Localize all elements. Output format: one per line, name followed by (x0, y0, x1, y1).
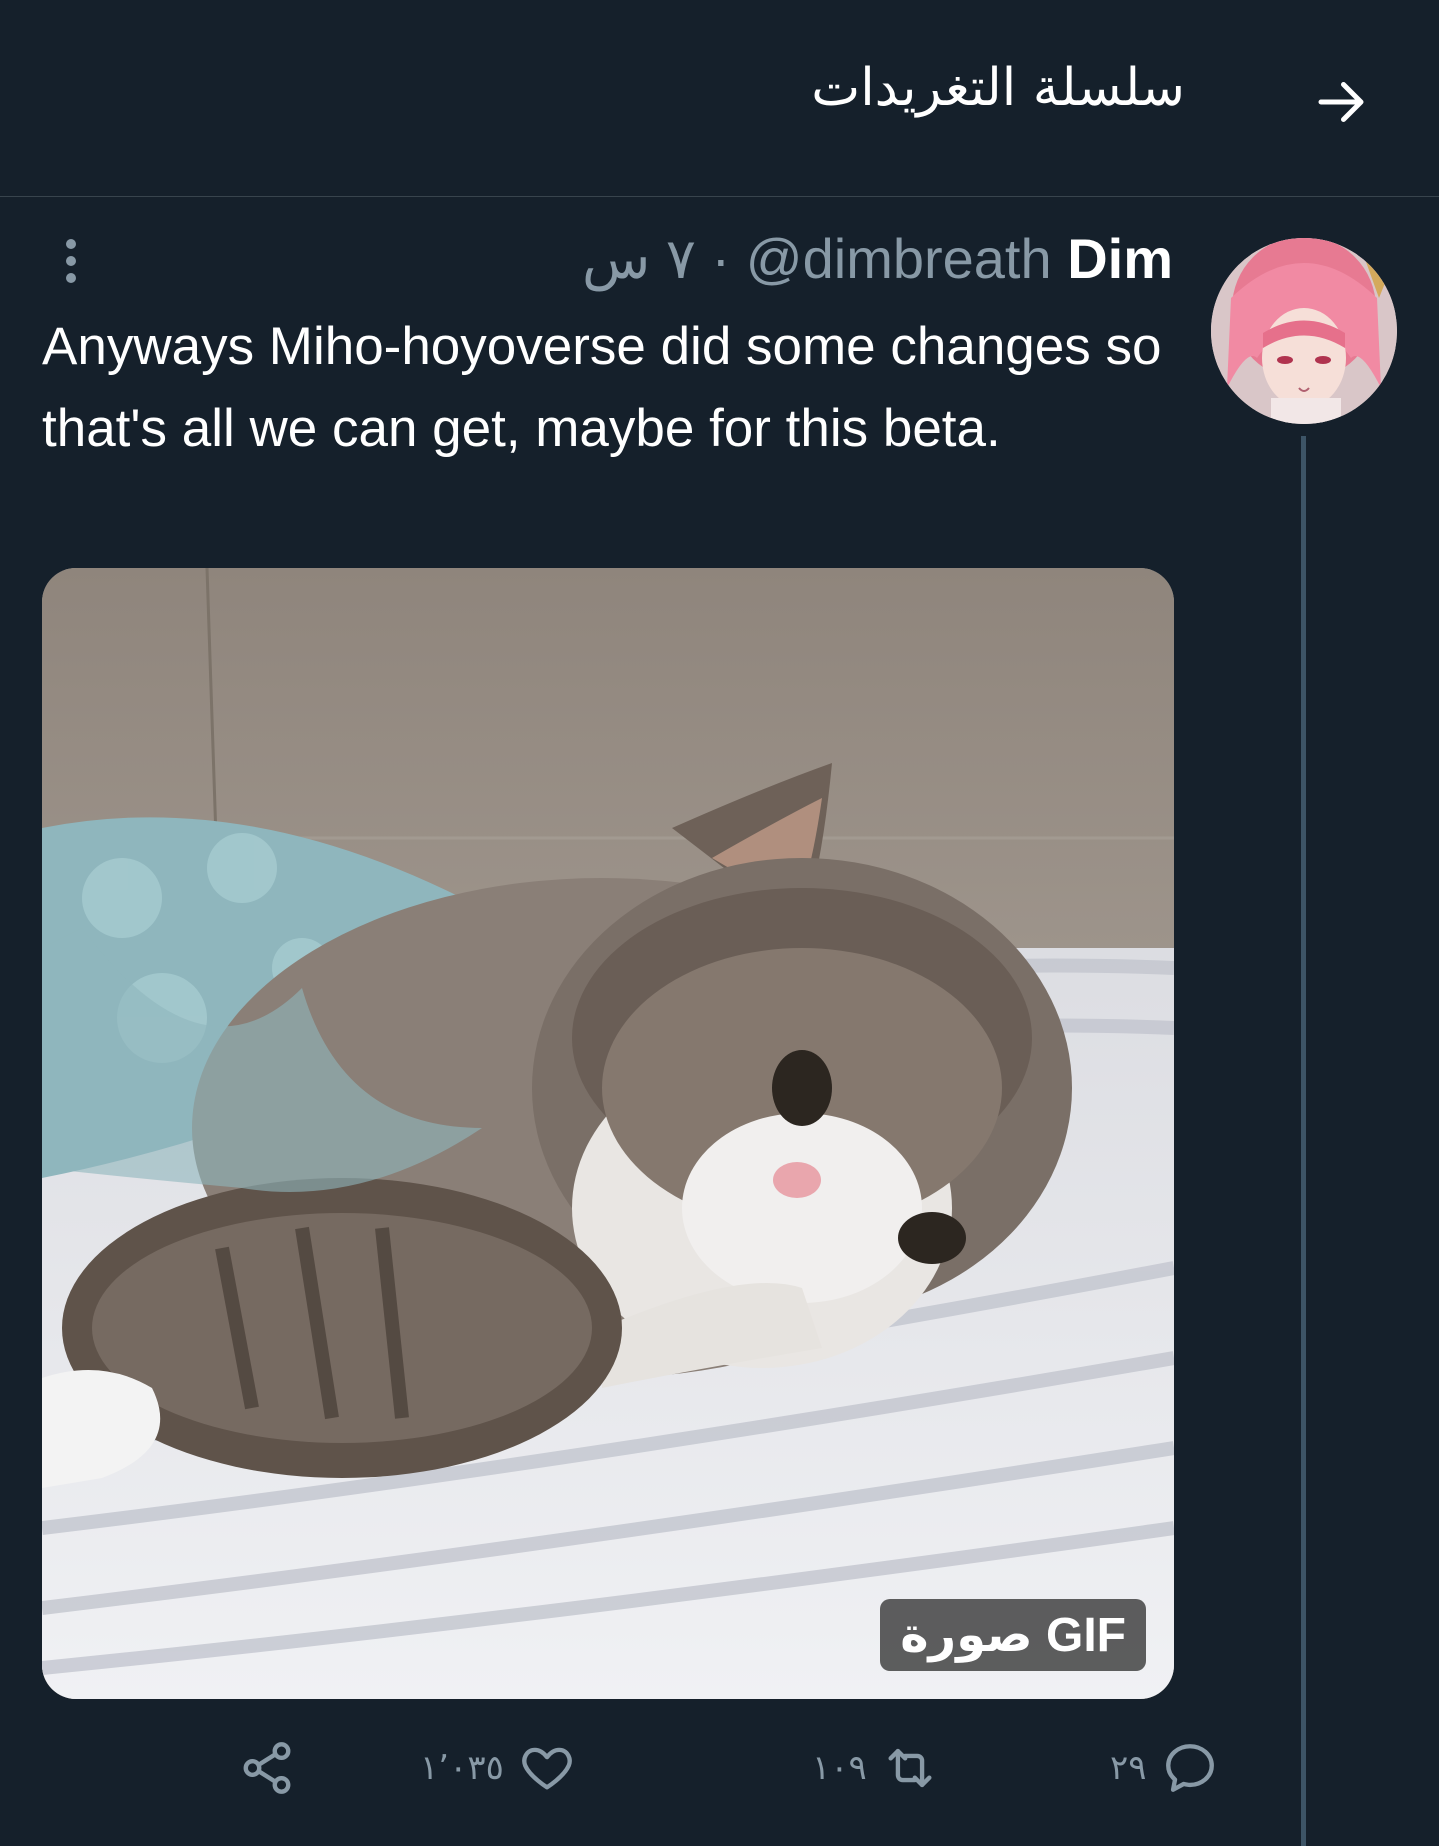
retweet-icon (888, 1748, 932, 1788)
reply-icon (1165, 1744, 1214, 1792)
tweet-text: Anyways Miho-hoyoverse did some changes … (42, 317, 1162, 458)
share-icon (243, 1742, 291, 1794)
share-button[interactable] (238, 1728, 296, 1808)
like-button[interactable]: ١٬٠٣٥ (420, 1728, 576, 1808)
author-handle[interactable]: @dimbreath (746, 227, 1052, 290)
avatar[interactable] (1211, 238, 1397, 424)
author-name[interactable]: Dim (1067, 227, 1173, 290)
retweet-button[interactable]: ١٠٩ (812, 1728, 939, 1808)
kitten-gif-image (42, 568, 1174, 1699)
arrow-right-icon[interactable] (1311, 72, 1371, 132)
heart-icon (522, 1747, 572, 1790)
page-title: سلسلة التغريدات (811, 58, 1185, 118)
separator-dot: · (711, 227, 731, 290)
reply-button[interactable]: ٢٩ (1110, 1728, 1219, 1808)
tweet-time[interactable]: ٧ س (582, 227, 696, 290)
like-count: ١٬٠٣٥ (420, 1748, 504, 1788)
thread-connector-line (1301, 436, 1306, 1846)
retweet-count: ١٠٩ (812, 1748, 867, 1788)
tweet-author-line: ٧ س · @dimbreath Dim (582, 226, 1173, 292)
avatar-image (1211, 238, 1397, 424)
more-vertical-icon[interactable] (56, 236, 86, 286)
tweet-action-bar: ٢٩ ١٠٩ ١٬٠٣٥ (0, 1728, 1439, 1808)
gif-badge: صورة GIF (880, 1599, 1146, 1671)
tweet-gif-media[interactable]: صورة GIF (42, 568, 1174, 1699)
reply-count: ٢٩ (1110, 1748, 1147, 1788)
top-bar: سلسلة التغريدات (0, 0, 1439, 197)
